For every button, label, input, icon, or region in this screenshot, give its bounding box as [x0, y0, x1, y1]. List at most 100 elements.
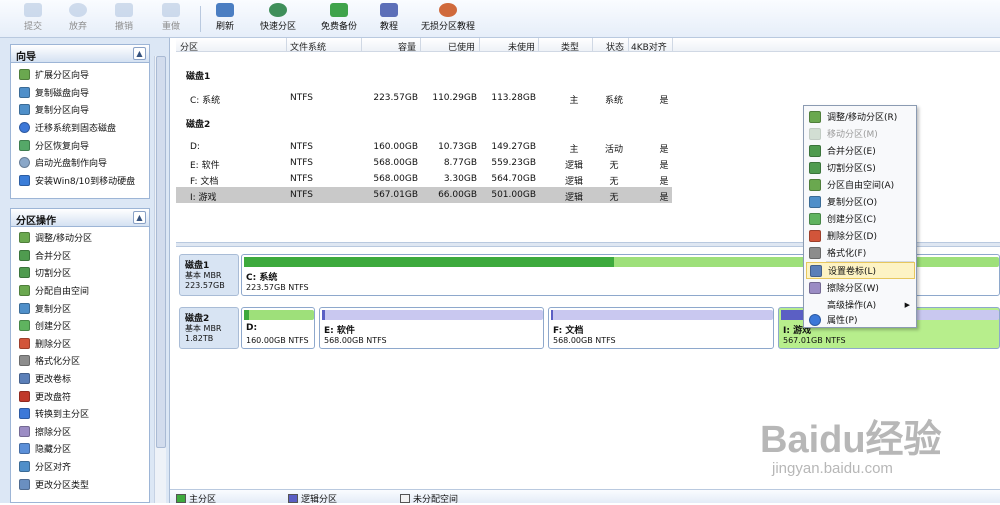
col-divider: [672, 38, 673, 52]
table-header: 分区 文件系统 容量 已使用 未使用 类型 状态 4KB对齐: [176, 38, 1000, 53]
op-format[interactable]: 格式化分区: [11, 352, 149, 370]
copy-partition-icon: [19, 104, 30, 116]
advanced-icon: [809, 299, 821, 311]
wizard-item-copy-partition[interactable]: 复制分区向导: [11, 101, 149, 119]
wipe-icon: [19, 425, 30, 437]
scrollbar-thumb[interactable]: [156, 56, 166, 448]
table-row[interactable]: E: 软件 NTFS 568.00GB 8.77GB 559.23GB 逻辑 无…: [176, 155, 672, 171]
col-unused[interactable]: 未使用: [508, 40, 535, 53]
menu-item-delete[interactable]: 删除分区(D): [806, 227, 915, 244]
wizard-item-boot-cd[interactable]: 启动光盘制作向导: [11, 154, 149, 172]
label-icon: [19, 373, 30, 385]
recovery-icon: [19, 139, 30, 151]
wizard-item-migrate-os[interactable]: 迁移系统到固态磁盘: [11, 119, 149, 137]
free-backup-button[interactable]: 免费备份: [315, 3, 363, 35]
wizard-item-win-to-go[interactable]: 安装Win8/10到移动硬盘: [11, 172, 149, 190]
table-row[interactable]: C: 系统 NTFS 223.57GB 110.29GB 113.28GB 主 …: [176, 90, 672, 106]
col-filesystem[interactable]: 文件系统: [290, 40, 326, 53]
lossless-tutorial-button[interactable]: 无损分区教程: [418, 3, 478, 35]
menu-item-properties[interactable]: 属性(P): [806, 311, 915, 328]
op-convert-primary[interactable]: 转换到主分区: [11, 405, 149, 423]
menu-item-create[interactable]: 创建分区(C): [806, 210, 915, 227]
create-icon: [809, 212, 821, 225]
submit-button[interactable]: 提交: [18, 3, 48, 35]
legend-swatch: [288, 494, 298, 503]
op-hide[interactable]: 隐藏分区: [11, 440, 149, 458]
menu-item-format[interactable]: 格式化(F): [806, 244, 915, 261]
left-pane: 向导 ▲ 扩展分区向导 复制磁盘向导 复制分区向导 迁移系统到固态磁盘 分区恢复…: [0, 38, 170, 503]
col-divider: [361, 38, 362, 52]
table-row-selected[interactable]: I: 游戏 NTFS 567.01GB 66.00GB 501.00GB 逻辑 …: [176, 187, 672, 203]
op-copy[interactable]: 复制分区: [11, 299, 149, 317]
op-create[interactable]: 创建分区: [11, 317, 149, 335]
menu-item-set-label[interactable]: 设置卷标(L): [806, 262, 915, 279]
menu-item-wipe[interactable]: 擦除分区(W): [806, 279, 915, 296]
col-type[interactable]: 类型: [561, 40, 579, 53]
cloud-icon: [439, 3, 457, 17]
undo-button[interactable]: 撤销: [109, 3, 139, 35]
op-change-label[interactable]: 更改卷标: [11, 370, 149, 388]
wizard-item-recovery[interactable]: 分区恢复向导: [11, 136, 149, 154]
op-change-letter[interactable]: 更改盘符: [11, 387, 149, 405]
type-icon: [19, 478, 30, 490]
submenu-arrow-icon: ▶: [904, 300, 910, 309]
menu-item-move[interactable]: 移动分区(M): [806, 125, 915, 142]
collapse-icon[interactable]: ▲: [133, 211, 146, 224]
disk2-label[interactable]: 磁盘2 基本 MBR 1.82TB: [179, 307, 239, 349]
copy-disk-icon: [19, 86, 30, 98]
col-partition[interactable]: 分区: [180, 40, 198, 53]
convert-icon: [19, 408, 30, 420]
move-icon: [809, 127, 821, 140]
redo-icon: [162, 3, 180, 17]
copy-icon: [19, 302, 30, 314]
disk1-label[interactable]: 磁盘1 基本 MBR 223.57GB: [179, 254, 239, 296]
menu-item-resize-move[interactable]: 调整/移动分区(R): [806, 108, 915, 125]
table-row[interactable]: D: NTFS 160.00GB 10.73GB 149.27GB 主 活动 是: [176, 139, 672, 155]
menu-item-merge[interactable]: 合并分区(E): [806, 142, 915, 159]
quick-partition-button[interactable]: 快速分区: [254, 3, 302, 35]
watermark: Baidu经验 jingyan.baidu.com: [760, 419, 942, 477]
wizard-panel-header: 向导 ▲: [11, 45, 149, 63]
legend-unallocated: 未分配空间: [400, 492, 458, 505]
col-status[interactable]: 状态: [606, 40, 624, 53]
op-allocate-free[interactable]: 分配自由空间: [11, 282, 149, 300]
col-capacity[interactable]: 容量: [398, 40, 416, 53]
tutorial-button[interactable]: 教程: [374, 3, 404, 35]
col-4k-align[interactable]: 4KB对齐: [631, 40, 667, 53]
wipe-icon: [809, 281, 821, 294]
op-align[interactable]: 分区对齐: [11, 458, 149, 476]
operations-panel-header: 分区操作 ▲: [11, 209, 149, 227]
operations-panel: 分区操作 ▲ 调整/移动分区 合并分区 切割分区 分配自由空间 复制分区 创建分…: [10, 208, 150, 503]
table-row[interactable]: F: 文档 NTFS 568.00GB 3.30GB 564.70GB 逻辑 无…: [176, 171, 672, 187]
redo-button[interactable]: 重做: [156, 3, 186, 35]
col-used[interactable]: 已使用: [448, 40, 475, 53]
menu-item-free-space[interactable]: 分区自由空间(A): [806, 176, 915, 193]
usb-drive-icon: [19, 174, 30, 186]
wizard-list: 扩展分区向导 复制磁盘向导 复制分区向导 迁移系统到固态磁盘 分区恢复向导 启动…: [11, 63, 149, 189]
usage-bar: [551, 310, 773, 320]
menu-item-copy[interactable]: 复制分区(O): [806, 193, 915, 210]
col-divider: [628, 38, 629, 52]
op-wipe[interactable]: 擦除分区: [11, 423, 149, 441]
merge-icon: [19, 249, 30, 261]
wizard-item-copy-disk[interactable]: 复制磁盘向导: [11, 84, 149, 102]
collapse-icon[interactable]: ▲: [133, 47, 146, 60]
partition-block-d[interactable]: D: 160.00GB NTFS: [241, 307, 315, 349]
menu-item-split[interactable]: 切割分区(S): [806, 159, 915, 176]
partition-block-e[interactable]: E: 软件 568.00GB NTFS: [319, 307, 544, 349]
cd-icon: [19, 157, 30, 169]
op-resize-move[interactable]: 调整/移动分区: [11, 229, 149, 247]
op-merge[interactable]: 合并分区: [11, 247, 149, 265]
wizard-item-extend[interactable]: 扩展分区向导: [11, 66, 149, 84]
op-delete[interactable]: 删除分区: [11, 335, 149, 353]
left-pane-scrollbar[interactable]: [154, 56, 166, 503]
refresh-button[interactable]: 刷新: [208, 3, 242, 35]
usage-fill: [322, 310, 326, 320]
format-icon: [19, 355, 30, 367]
partition-block-f[interactable]: F: 文档 568.00GB NTFS: [548, 307, 774, 349]
discard-button[interactable]: 放弃: [63, 3, 93, 35]
extend-icon: [19, 69, 30, 81]
op-split[interactable]: 切割分区: [11, 264, 149, 282]
label-icon: [810, 264, 822, 277]
op-change-type[interactable]: 更改分区类型: [11, 475, 149, 493]
